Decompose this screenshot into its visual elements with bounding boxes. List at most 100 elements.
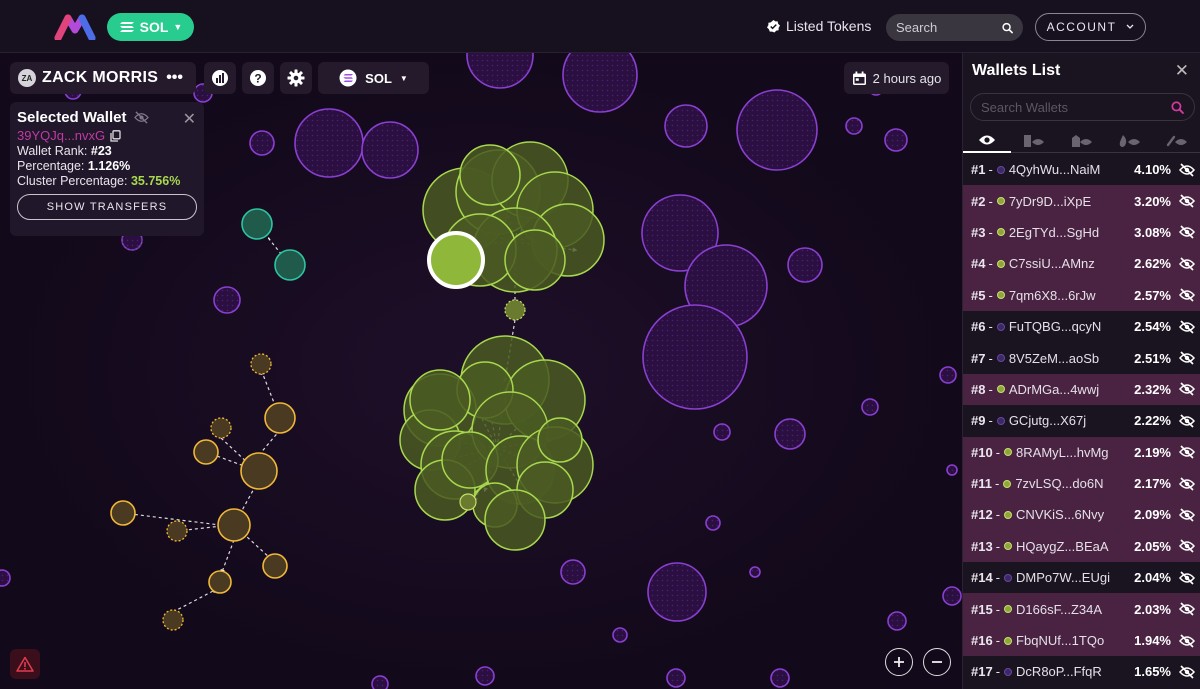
wallet-bubble[interactable]	[240, 452, 278, 490]
wallet-bubble[interactable]	[371, 675, 389, 689]
eye-off-icon[interactable]	[1179, 194, 1195, 208]
wallet-list-item[interactable]: #15- D166sF...Z34A 2.03%	[963, 593, 1200, 625]
wallet-bubble[interactable]	[537, 417, 583, 463]
wallet-bubble[interactable]	[162, 609, 184, 631]
wallet-list-item[interactable]: #6- FuTQBG...qcyN 2.54%	[963, 311, 1200, 342]
close-icon[interactable]: ✕	[1175, 61, 1189, 81]
wallet-list-item[interactable]: #2-7yDr9D...iXpE 3.20%	[963, 185, 1200, 217]
eye-off-icon[interactable]	[1179, 288, 1195, 302]
wallet-list-item[interactable]: #4- C7ssiU...AMnz 2.62%	[963, 248, 1200, 280]
eye-off-icon[interactable]	[1179, 539, 1195, 553]
wallet-bubble[interactable]	[249, 130, 275, 156]
wallet-bubble[interactable]	[475, 666, 495, 686]
bubblemaps-logo[interactable]	[54, 14, 96, 40]
eye-off-icon[interactable]	[1179, 508, 1195, 522]
eye-off-icon[interactable]	[1179, 445, 1195, 459]
wallet-bubble[interactable]	[250, 353, 272, 375]
wallet-bubble[interactable]	[409, 369, 471, 431]
wallet-bubble[interactable]	[642, 304, 748, 410]
eye-off-icon[interactable]	[1179, 351, 1195, 365]
eye-off-icon[interactable]	[1179, 602, 1195, 616]
eye-off-icon[interactable]	[1179, 320, 1195, 334]
search-icon[interactable]	[1171, 100, 1184, 114]
wallet-bubble[interactable]	[217, 508, 251, 542]
wallet-bubble[interactable]	[484, 489, 546, 551]
wallet-bubble[interactable]	[274, 249, 306, 281]
wallet-list-item[interactable]: #16- FbqNUf...1TQo 1.94%	[963, 624, 1200, 657]
stats-button[interactable]	[204, 62, 236, 94]
wallet-bubble[interactable]	[166, 520, 188, 542]
listed-tokens-link[interactable]: Listed Tokens	[767, 18, 871, 34]
wallet-list-item[interactable]: #14- DMPo7W...EUgi 2.04%	[963, 562, 1200, 593]
wallet-list-item[interactable]: #3-2EgTYd...SgHd 3.08%	[963, 216, 1200, 249]
wallet-list-item[interactable]: #1-4QyhWu...NaiM 4.10%	[963, 154, 1200, 185]
wallet-bubble[interactable]	[774, 418, 806, 450]
wallet-bubble[interactable]	[0, 569, 11, 587]
wallet-bubble[interactable]	[459, 493, 477, 511]
selected-wallet-address[interactable]: 39YQJq...nvxG	[17, 128, 105, 143]
selected-wallet-bubble[interactable]	[427, 231, 485, 289]
wallet-bubble[interactable]	[262, 553, 288, 579]
eye-off-icon[interactable]	[1179, 571, 1195, 585]
wallet-bubble[interactable]	[942, 586, 962, 606]
eye-off-icon[interactable]	[1179, 225, 1195, 240]
wallet-bubble[interactable]	[705, 515, 721, 531]
wallet-list-item[interactable]: #5-7qm6X8...6rJw 2.57%	[963, 279, 1200, 311]
eye-off-icon[interactable]	[1179, 257, 1195, 271]
wallet-bubble[interactable]	[459, 144, 521, 206]
eye-off-icon[interactable]	[134, 111, 150, 124]
token-search-input[interactable]	[896, 20, 996, 35]
eye-off-icon[interactable]	[1179, 633, 1195, 648]
wallet-bubble[interactable]	[361, 121, 419, 179]
wallet-bubble[interactable]	[294, 108, 364, 178]
close-icon[interactable]: ✕	[183, 109, 196, 129]
wallet-bubble[interactable]	[946, 464, 958, 476]
warning-button[interactable]	[10, 649, 40, 679]
wallet-bubble[interactable]	[884, 128, 908, 152]
wallet-bubble[interactable]	[504, 299, 526, 321]
wallet-bubble[interactable]	[736, 89, 818, 171]
wallet-bubble[interactable]	[110, 500, 136, 526]
tab-hidden-burn[interactable]	[1105, 129, 1154, 153]
wallet-bubble[interactable]	[887, 611, 907, 631]
tab-visible[interactable]	[963, 129, 1011, 153]
wallet-bubble[interactable]	[666, 668, 686, 688]
more-options-icon[interactable]: •••	[166, 69, 183, 87]
zoom-out-button[interactable]	[923, 648, 951, 676]
wallet-bubble[interactable]	[770, 668, 790, 688]
graph-chain-selector[interactable]: SOL ▼	[318, 62, 429, 94]
account-button[interactable]: ACCOUNT	[1035, 13, 1146, 41]
wallet-bubble[interactable]	[939, 366, 957, 384]
wallet-bubble[interactable]	[241, 208, 273, 240]
eye-off-icon[interactable]	[1179, 163, 1195, 177]
wallet-bubble[interactable]	[193, 439, 219, 465]
wallet-list-item[interactable]: #11-7zvLSQ...do6N 2.17%	[963, 467, 1200, 500]
wallet-bubble[interactable]	[664, 104, 708, 148]
eye-off-icon[interactable]	[1179, 476, 1195, 491]
eye-off-icon[interactable]	[1179, 382, 1195, 397]
wallet-list-item[interactable]: #10-8RAMyL...hvMg 2.19%	[963, 436, 1200, 468]
wallet-list-item[interactable]: #9- GCjutg...X67j 2.22%	[963, 405, 1200, 436]
chain-selector-button[interactable]: SOL ▼	[107, 13, 194, 41]
tab-hidden-contracts[interactable]	[1010, 129, 1059, 153]
wallet-bubble[interactable]	[845, 117, 863, 135]
zoom-in-button[interactable]	[885, 648, 913, 676]
wallet-list-item[interactable]: #12- CNVKiS...6Nvy 2.09%	[963, 499, 1200, 531]
wallet-bubble[interactable]	[749, 566, 761, 578]
tab-hidden-other[interactable]	[1153, 129, 1200, 153]
snapshot-time-button[interactable]: 2 hours ago	[844, 62, 949, 94]
wallet-bubble[interactable]	[861, 398, 879, 416]
wallet-bubble[interactable]	[612, 627, 628, 643]
help-button[interactable]: ?	[242, 62, 274, 94]
wallet-bubble[interactable]	[213, 286, 241, 314]
settings-button[interactable]	[280, 62, 312, 94]
wallet-bubble[interactable]	[713, 423, 731, 441]
wallet-bubble[interactable]	[560, 559, 586, 585]
wallet-bubble[interactable]	[787, 247, 823, 283]
wallet-bubble[interactable]	[504, 229, 566, 291]
tab-hidden-exchanges[interactable]	[1058, 129, 1106, 153]
wallet-list-item[interactable]: #13- HQaygZ...BEaA 2.05%	[963, 530, 1200, 563]
token-search[interactable]	[886, 14, 1023, 41]
show-transfers-button[interactable]: SHOW TRANSFERS	[17, 194, 197, 220]
wallet-search-input[interactable]	[981, 99, 1166, 115]
